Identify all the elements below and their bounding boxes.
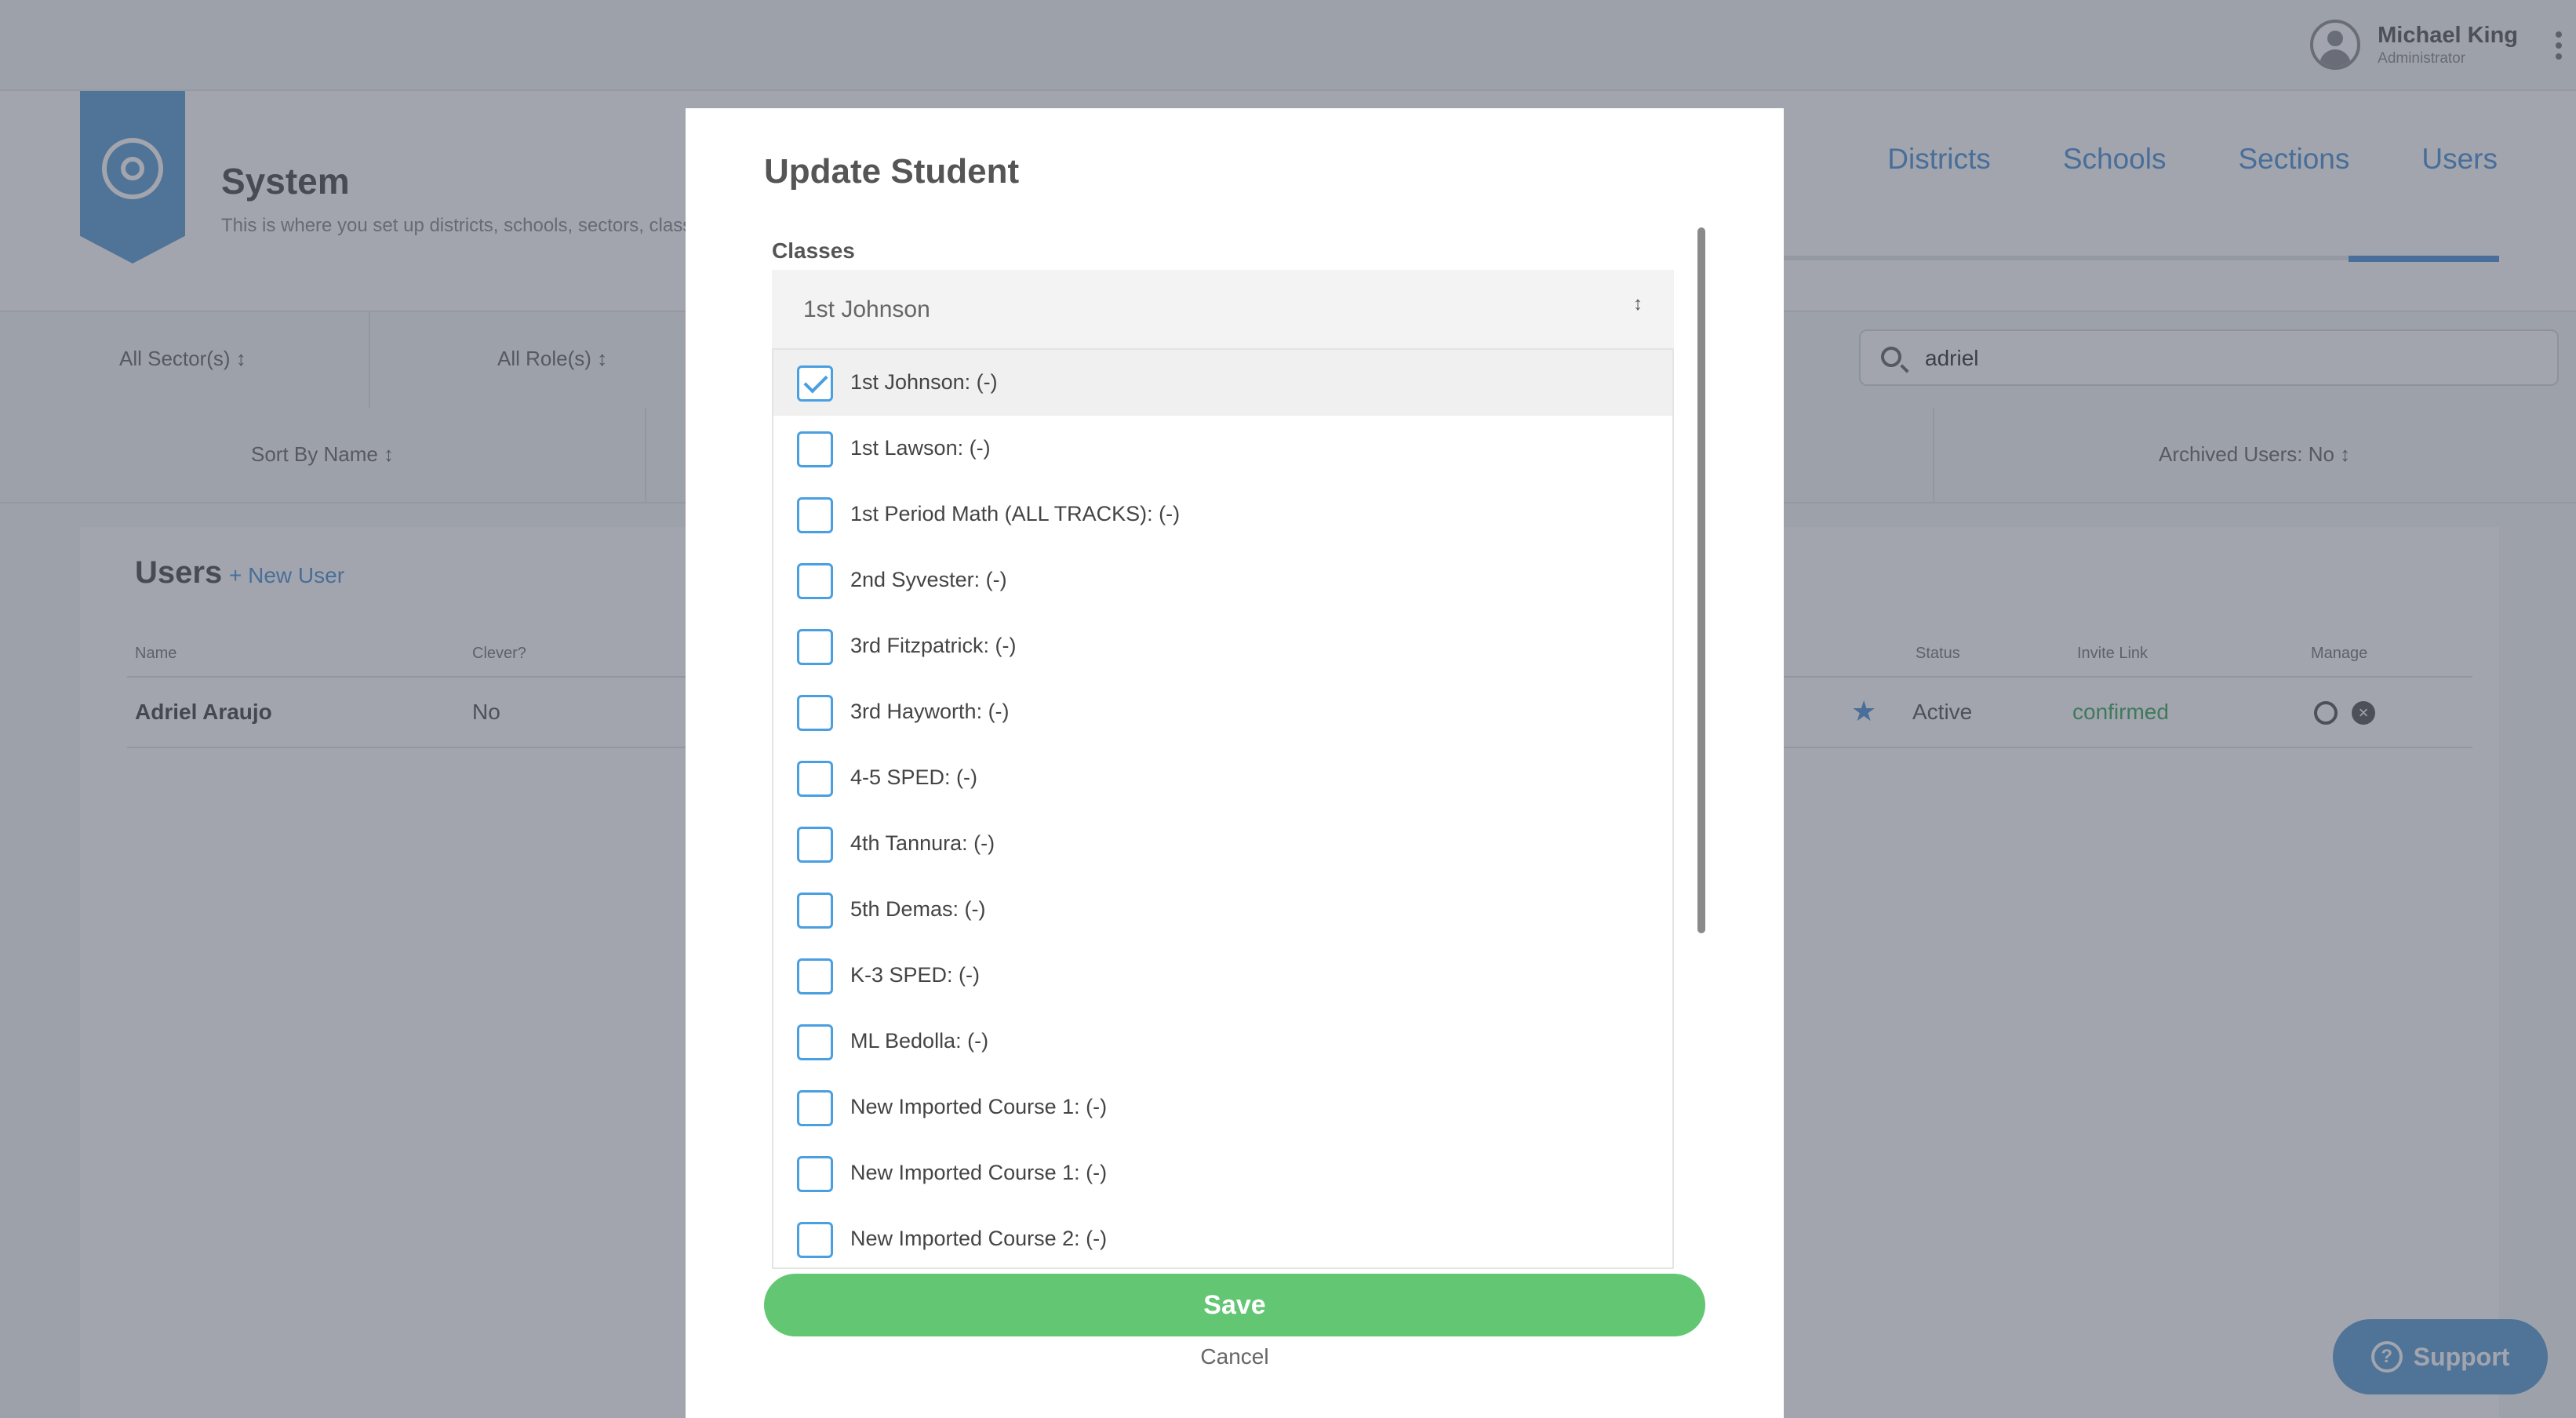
class-option[interactable]: 1st Lawson: (-): [773, 416, 1672, 482]
class-checkbox[interactable]: [797, 1156, 833, 1192]
class-checkbox[interactable]: [797, 893, 833, 929]
class-option[interactable]: 1st Johnson: (-): [773, 350, 1672, 416]
class-option[interactable]: New Imported Course 1: (-): [773, 1074, 1672, 1140]
class-checkbox[interactable]: [797, 629, 833, 665]
scrollbar-thumb[interactable]: [1697, 227, 1705, 933]
class-checkbox[interactable]: [797, 563, 833, 599]
cancel-link[interactable]: Cancel: [686, 1344, 1784, 1369]
classes-select[interactable]: 1st Johnson ↕: [772, 270, 1674, 348]
class-checkbox[interactable]: [797, 1222, 833, 1258]
class-checkbox[interactable]: [797, 1090, 833, 1126]
class-option[interactable]: 2nd Syvester: (-): [773, 547, 1672, 613]
class-option[interactable]: K-3 SPED: (-): [773, 943, 1672, 1009]
class-option-label: New Imported Course 1: (-): [850, 1161, 1108, 1184]
class-option-label: 4-5 SPED: (-): [850, 765, 978, 789]
class-option[interactable]: 1st Period Math (ALL TRACKS): (-): [773, 482, 1672, 547]
save-button[interactable]: Save: [764, 1274, 1705, 1336]
class-checkbox[interactable]: [797, 431, 833, 467]
class-option[interactable]: New Imported Course 1: (-): [773, 1140, 1672, 1206]
class-option[interactable]: New Imported Course 2: (-): [773, 1206, 1672, 1267]
class-checkbox[interactable]: [797, 1024, 833, 1060]
class-option[interactable]: ML Bedolla: (-): [773, 1009, 1672, 1074]
class-checkbox[interactable]: [797, 497, 833, 533]
modal-title: Update Student: [764, 152, 1020, 191]
class-option-label: 2nd Syvester: (-): [850, 568, 1007, 591]
class-option[interactable]: 3rd Fitzpatrick: (-): [773, 613, 1672, 679]
class-checkbox[interactable]: [797, 827, 833, 863]
class-checkbox[interactable]: [797, 761, 833, 797]
class-option-label: K-3 SPED: (-): [850, 963, 981, 987]
select-arrows-icon: ↕: [1633, 293, 1643, 315]
class-option[interactable]: 4th Tannura: (-): [773, 811, 1672, 877]
class-option-label: 1st Lawson: (-): [850, 436, 991, 460]
class-option-label: 5th Demas: (-): [850, 897, 986, 921]
class-option-label: 4th Tannura: (-): [850, 831, 995, 855]
classes-label: Classes: [772, 238, 855, 263]
class-option-label: 3rd Hayworth: (-): [850, 700, 1010, 723]
update-student-modal: Update Student Classes 1st Johnson ↕ 1st…: [686, 108, 1784, 1418]
class-checkbox[interactable]: [797, 958, 833, 994]
class-option[interactable]: 5th Demas: (-): [773, 877, 1672, 943]
class-checkbox[interactable]: [797, 365, 833, 402]
class-option-label: 3rd Fitzpatrick: (-): [850, 634, 1017, 657]
class-option-label: ML Bedolla: (-): [850, 1029, 989, 1053]
class-option-label: 1st Period Math (ALL TRACKS): (-): [850, 502, 1181, 525]
class-checkbox[interactable]: [797, 695, 833, 731]
classes-dropdown[interactable]: 1st Johnson: (-) 1st Lawson: (-) 1st Perio…: [772, 348, 1674, 1269]
class-option-label: New Imported Course 2: (-): [850, 1227, 1108, 1250]
classes-select-value: 1st Johnson: [803, 296, 930, 322]
class-option-label: New Imported Course 1: (-): [850, 1095, 1108, 1118]
class-option[interactable]: 4-5 SPED: (-): [773, 745, 1672, 811]
class-option[interactable]: 3rd Hayworth: (-): [773, 679, 1672, 745]
class-option-label: 1st Johnson: (-): [850, 370, 998, 394]
